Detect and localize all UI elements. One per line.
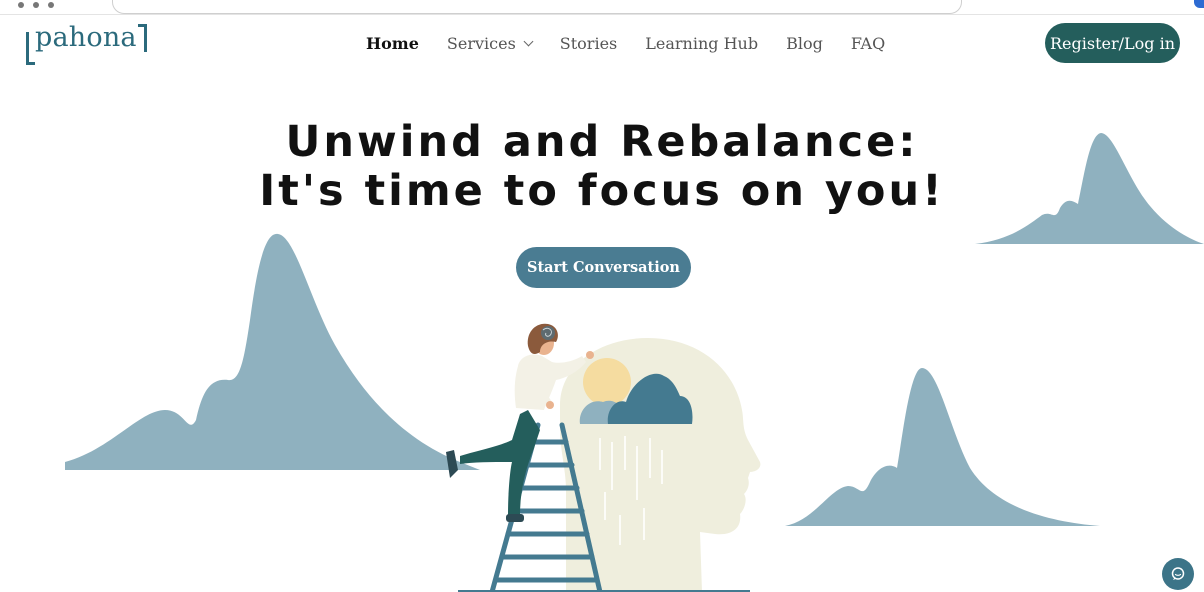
mountain-right-top bbox=[975, 133, 1204, 244]
logo-text: pahona bbox=[35, 22, 137, 53]
start-conversation-button[interactable]: Start Conversation bbox=[516, 247, 691, 288]
sun bbox=[583, 358, 631, 406]
nav-home[interactable]: Home bbox=[366, 34, 419, 53]
logo-bracket-right bbox=[138, 24, 147, 52]
hero-title-line-1: Unwind and Rebalance: bbox=[285, 117, 919, 167]
nav-blog[interactable]: Blog bbox=[786, 34, 823, 53]
hero-title: Unwind and Rebalance: It's time to focus… bbox=[200, 118, 1004, 216]
chat-bubble-icon bbox=[1171, 567, 1185, 580]
mountain-left bbox=[65, 233, 480, 470]
nav-services[interactable]: Services bbox=[446, 33, 534, 53]
nav-home-label: Home bbox=[366, 33, 419, 53]
hero-title-line-2: It's time to focus on you! bbox=[259, 166, 945, 216]
nav-stories-label: Stories bbox=[559, 33, 618, 53]
register-login-button[interactable]: Register/Log in bbox=[1045, 23, 1180, 63]
chevron-down-icon bbox=[523, 36, 534, 46]
hero-illustration bbox=[65, 133, 1204, 592]
nav-faq[interactable]: FAQ bbox=[851, 34, 885, 53]
main-nav: Home Services Stories Learning Hub Blog … bbox=[366, 32, 913, 54]
nav-learning-hub-label: Learning Hub bbox=[645, 33, 759, 53]
nav-faq-label: FAQ bbox=[850, 33, 886, 53]
nav-learning-hub[interactable]: Learning Hub bbox=[645, 34, 758, 53]
mountain-right-bottom bbox=[785, 368, 1100, 526]
logo-bracket-left bbox=[26, 32, 35, 65]
nav-services-label: Services bbox=[446, 33, 516, 53]
nav-stories[interactable]: Stories bbox=[560, 34, 617, 53]
pahona-logo[interactable]: pahona bbox=[26, 20, 156, 68]
nav-blog-label: Blog bbox=[786, 33, 823, 53]
chat-widget-button[interactable] bbox=[1162, 558, 1194, 590]
